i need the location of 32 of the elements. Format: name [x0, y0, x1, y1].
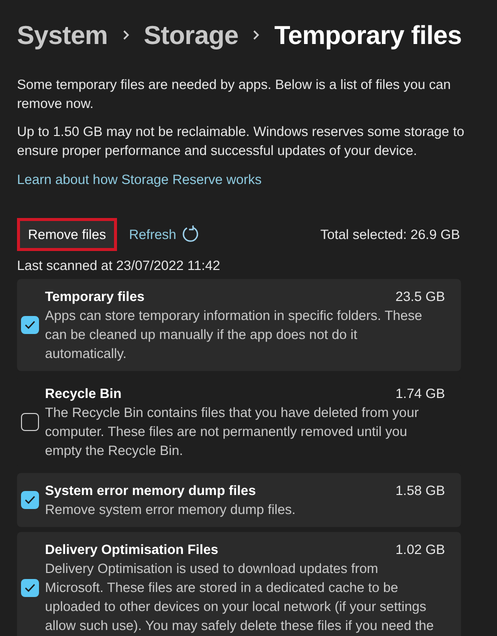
intro-text: Some temporary files are needed by apps. Below is a list of files you can remove now.	[17, 76, 452, 113]
file-type-name: Temporary files	[45, 288, 145, 306]
file-type-name: Recycle Bin	[45, 385, 122, 403]
breadcrumb-item[interactable]: Storage	[144, 20, 238, 50]
remove-files-button[interactable]: Remove files	[17, 218, 118, 250]
refresh-link[interactable]: Refresh	[129, 226, 176, 242]
file-type-name: Delivery Optimisation Files	[45, 541, 218, 559]
chevron-icon	[252, 29, 260, 41]
chevron-icon	[122, 29, 130, 41]
reserve-note: Up to 1.50 GB may not be reclaimable. Windows reserves some storage to ensure proper performance and successful updates of your device.	[17, 123, 466, 160]
refresh-icon	[182, 225, 200, 243]
file-size: 1.58 GB	[395, 482, 445, 500]
checkbox[interactable]	[21, 413, 39, 431]
checkbox[interactable]	[21, 316, 39, 334]
check-icon	[24, 495, 36, 505]
file-size: 23.5 GB	[395, 288, 445, 306]
file-type-name: System error memory dump files	[45, 482, 256, 500]
file-type-description: Delivery Optimisation is used to download updates from Microsoft. These files are stored in a dedicated cache to be uploaded to other devices on your local network (if your settings allow such use). You may safely delete these files if you need the	[45, 560, 435, 635]
breadcrumb-item[interactable]: System	[17, 20, 108, 50]
check-icon	[24, 582, 36, 592]
check-icon	[24, 320, 36, 330]
file-type-description: Apps can store temporary information in specific folders. These can be cleaned up manually if the app does not do it automatically.	[45, 307, 424, 363]
file-size: 1.74 GB	[395, 385, 445, 403]
checkbox[interactable]	[21, 578, 39, 596]
learn-link[interactable]: Learn about how Storage Reserve works	[17, 172, 262, 187]
file-type-description: Remove system error memory dump files.	[45, 501, 297, 519]
total-selected: Total selected: 26.9 GB	[320, 226, 460, 242]
file-size: 1.02 GB	[395, 541, 445, 559]
page-title: Temporary files	[274, 20, 462, 50]
checkbox[interactable]	[21, 491, 39, 509]
last-scanned-text: Last scanned at 23/07/2022 11:42	[17, 258, 222, 273]
file-type-description: The Recycle Bin contains files that you have deleted from your computer. These files are not permanently removed until you empty the Recycle Bin.	[45, 404, 420, 460]
